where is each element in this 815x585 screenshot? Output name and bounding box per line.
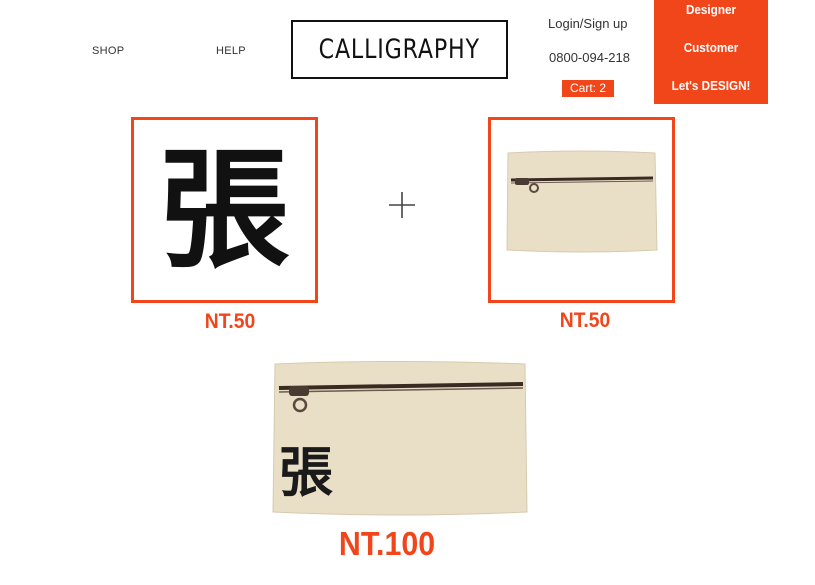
calligraphy-product-card[interactable]: 張 bbox=[131, 117, 318, 303]
nav-help-link[interactable]: HELP bbox=[216, 45, 246, 57]
role-menu: Designer Customer Let's DESIGN! bbox=[654, 0, 768, 104]
combined-price: NT.100 bbox=[338, 525, 436, 562]
login-signup-link[interactable]: Login/Sign up bbox=[548, 16, 628, 31]
menu-item-lets-design[interactable]: Let's DESIGN! bbox=[660, 78, 763, 93]
calligraphy-character: 張 bbox=[159, 133, 290, 286]
cart-button[interactable]: Cart: 2 bbox=[562, 80, 614, 97]
nav-shop-link[interactable]: SHOP bbox=[92, 45, 124, 57]
combined-calligraphy-character: 張 bbox=[279, 440, 333, 504]
pouch-price: NT.50 bbox=[559, 309, 611, 332]
menu-item-customer[interactable]: Customer bbox=[660, 40, 763, 55]
calligraphy-image: 張 bbox=[134, 120, 315, 300]
pouch-image bbox=[506, 150, 658, 253]
pouch-product-card[interactable] bbox=[488, 117, 675, 303]
site-logo[interactable]: CALLIGRAPHY bbox=[291, 20, 508, 79]
calligraphy-price: NT.50 bbox=[204, 310, 256, 333]
logo-text: CALLIGRAPHY bbox=[318, 34, 481, 65]
menu-item-designer[interactable]: Designer bbox=[660, 2, 763, 17]
plus-icon bbox=[389, 192, 415, 218]
combined-product-image[interactable]: 張 bbox=[271, 360, 531, 520]
phone-number: 0800-094-218 bbox=[549, 50, 630, 65]
